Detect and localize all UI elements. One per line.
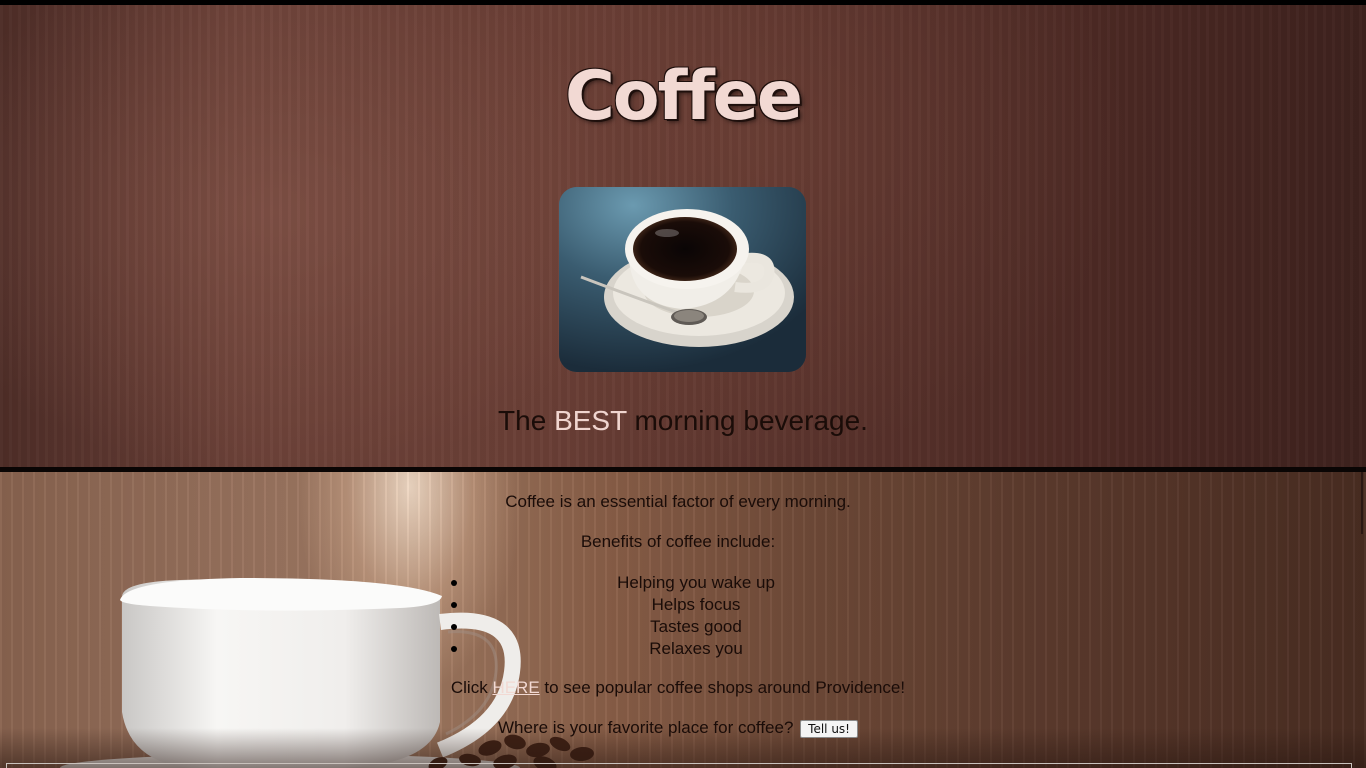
tell-us-button[interactable]: Tell us! (800, 719, 858, 738)
benefits-heading: Benefits of coffee include: (580, 532, 776, 551)
benefits-list: Helping you wake up Helps focus Tastes g… (451, 572, 937, 660)
benefit-label: Relaxes you (649, 639, 743, 658)
bottom-frame (6, 763, 1352, 768)
favorite-place-line: Where is your favorite place for coffee?… (0, 718, 1356, 738)
coffee-cup-illustration (559, 187, 806, 372)
coffee-cup-photo (559, 187, 806, 372)
favorite-place-question: Where is your favorite place for coffee? (497, 718, 794, 737)
list-item: Tastes good (451, 616, 937, 638)
page-title: Coffee (564, 57, 803, 136)
tagline: The BEST morning beverage. (0, 405, 1366, 437)
bullet-icon (451, 646, 457, 652)
tagline-highlight: BEST (554, 405, 627, 436)
benefit-label: Tastes good (650, 617, 742, 636)
click-prefix: Click (450, 678, 493, 697)
tagline-prefix: The (498, 405, 555, 436)
here-link[interactable]: HERE (492, 678, 539, 697)
benefit-label: Helps focus (651, 595, 741, 614)
bullet-icon (451, 602, 457, 608)
bullet-icon (451, 580, 457, 586)
list-item: Relaxes you (451, 638, 937, 660)
page: Coffee The BEST morning beverage. Coffee… (0, 0, 1366, 768)
click-here-line: Click HERE to see popular coffee shops a… (0, 678, 1356, 698)
intro-text: Coffee is an essential factor of every m… (505, 492, 851, 511)
list-item: Helping you wake up (451, 572, 937, 594)
click-suffix: to see popular coffee shops around Provi… (539, 678, 906, 697)
content-section: Coffee is an essential factor of every m… (0, 472, 1366, 768)
header-section: Coffee The BEST morning beverage. (0, 5, 1366, 467)
list-item: Helps focus (451, 594, 937, 616)
tagline-suffix: morning beverage. (626, 405, 868, 436)
benefit-label: Helping you wake up (617, 573, 775, 592)
bullet-icon (451, 624, 457, 630)
